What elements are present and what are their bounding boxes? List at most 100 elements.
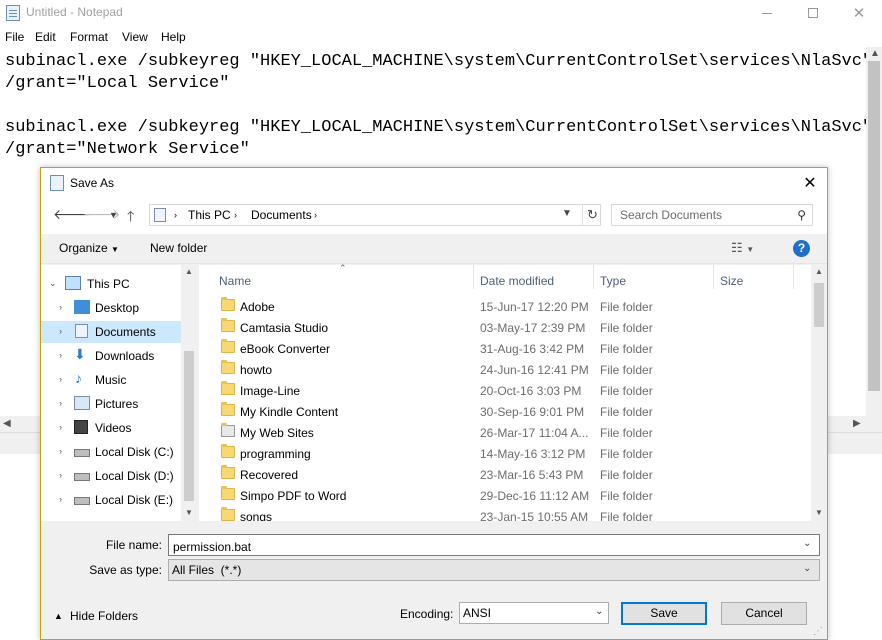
refresh-icon[interactable]: ↻ [582, 205, 602, 225]
file-row[interactable]: Recovered 23-Mar-16 5:43 PM File folder [199, 464, 811, 485]
file-name: howto [240, 363, 273, 377]
close-button[interactable]: ✕ [836, 0, 882, 26]
view-options-icon[interactable]: ☷ ▼ [731, 240, 754, 256]
tree-item-local-disk-e[interactable]: › Local Disk (E:) [41, 489, 181, 511]
list-scrollbar[interactable]: ▲ ▼ [811, 265, 827, 521]
cancel-button[interactable]: Cancel [721, 602, 807, 625]
encoding-select[interactable]: ANSI [459, 602, 609, 624]
scroll-down-icon[interactable]: ▼ [815, 508, 823, 517]
up-arrow-icon[interactable]: 🡑 [127, 206, 134, 230]
tree-scrollbar[interactable]: ▲ ▼ [181, 265, 197, 521]
sort-ascending-icon: ⌃ [339, 263, 347, 273]
file-row[interactable]: eBook Converter 31-Aug-16 3:42 PM File fol… [199, 338, 811, 359]
chevron-down-icon[interactable]: ▼ [562, 208, 572, 219]
menu-view[interactable]: View [122, 30, 148, 44]
column-divider[interactable] [473, 265, 474, 289]
list-header: ⌃ Name Date modified Type Size [199, 263, 811, 289]
column-name[interactable]: Name [219, 274, 251, 288]
column-divider[interactable] [713, 265, 714, 289]
menu-help[interactable]: Help [161, 30, 186, 44]
chevron-down-icon[interactable]: ⌄ [49, 278, 57, 289]
scroll-thumb[interactable] [184, 351, 194, 501]
tree-item-music[interactable]: › ♪ Music [41, 369, 181, 391]
scroll-up-icon[interactable]: ▲ [185, 267, 193, 276]
help-icon[interactable]: ? [793, 240, 810, 257]
breadcrumb-this-pc[interactable]: This PC [188, 208, 231, 222]
scroll-up-icon[interactable]: ▲ [815, 267, 823, 276]
chevron-down-icon[interactable]: ⌄ [803, 563, 811, 574]
organize-button[interactable]: Organize ▼ [59, 241, 119, 255]
chevron-down-icon[interactable]: ⌄ [803, 538, 811, 549]
dialog-titlebar: Save As ✕ [41, 168, 827, 198]
file-date: 03-May-17 2:39 PM [480, 321, 586, 335]
scroll-left-icon[interactable]: ◀ [3, 418, 11, 429]
save-button[interactable]: Save [621, 602, 707, 625]
scroll-down-icon[interactable]: ▼ [185, 508, 193, 517]
search-input[interactable]: Search Documents ⚲ [611, 204, 813, 226]
column-size[interactable]: Size [720, 274, 743, 288]
breadcrumb-documents[interactable]: Documents [251, 208, 312, 222]
tree-item-desktop[interactable]: › Desktop [41, 297, 181, 319]
file-row[interactable]: Simpo PDF to Word 29-Dec-16 11:12 AM File … [199, 485, 811, 506]
tree-item-label: Desktop [95, 301, 140, 315]
tree-item-label: Videos [95, 421, 132, 435]
scroll-thumb[interactable] [868, 61, 880, 391]
chevron-right-icon[interactable]: › [314, 210, 317, 220]
dialog-close-button[interactable]: ✕ [793, 168, 827, 198]
chevron-right-icon[interactable]: › [174, 210, 177, 220]
file-type: File folder [600, 489, 653, 503]
minimize-button[interactable] [744, 0, 790, 26]
file-row[interactable]: programming 14-May-16 3:12 PM File folder [199, 443, 811, 464]
recent-locations-icon[interactable]: ▼ [109, 210, 118, 220]
file-row[interactable]: Camtasia Studio 03-May-17 2:39 PM File fol… [199, 317, 811, 338]
search-icon[interactable]: ⚲ [797, 208, 806, 222]
address-bar[interactable]: › This PC › Documents › ▼ ↻ [149, 204, 601, 226]
column-date-modified[interactable]: Date modified [480, 274, 554, 288]
tree-item-local-disk-d[interactable]: › Local Disk (D:) [41, 465, 181, 487]
chevron-right-icon[interactable]: › [234, 210, 237, 220]
maximize-button[interactable] [790, 0, 836, 26]
resize-grip-icon[interactable]: ⋰ [813, 626, 823, 637]
file-name: programming [240, 447, 311, 461]
file-row[interactable]: howto 24-Jun-16 12:41 PM File folder [199, 359, 811, 380]
save-as-type-select[interactable]: All Files (*.*) [168, 559, 820, 581]
file-row[interactable]: Adobe 15-Jun-17 12:20 PM File folder [199, 296, 811, 317]
file-name-input[interactable] [168, 534, 820, 556]
tree-item-documents[interactable]: › Documents [41, 321, 181, 343]
column-divider[interactable] [593, 265, 594, 289]
menu-bar: File Edit Format View Help [0, 27, 882, 47]
tree-item-downloads[interactable]: › ⬇ Downloads [41, 345, 181, 367]
tree-item-local-disk-c[interactable]: › Local Disk (C:) [41, 441, 181, 463]
file-row[interactable]: My Kindle Content 30-Sep-16 9:01 PM File f… [199, 401, 811, 422]
column-type[interactable]: Type [600, 274, 626, 288]
tree-item-videos[interactable]: › Videos [41, 417, 181, 439]
chevron-right-icon[interactable]: › [59, 398, 62, 408]
chevron-right-icon[interactable]: › [59, 470, 62, 480]
tree-item-this-pc[interactable]: ⌄ This PC [41, 273, 181, 295]
menu-edit[interactable]: Edit [35, 30, 56, 44]
chevron-right-icon[interactable]: › [59, 494, 62, 504]
new-folder-button[interactable]: New folder [150, 241, 207, 255]
computer-icon [65, 276, 81, 290]
chevron-right-icon[interactable]: › [59, 446, 62, 456]
hide-folders-button[interactable]: Hide Folders [54, 609, 138, 623]
menu-file[interactable]: File [5, 30, 24, 44]
chevron-right-icon[interactable]: › [59, 302, 62, 312]
file-row[interactable]: Image-Line 20-Oct-16 3:03 PM File folder [199, 380, 811, 401]
chevron-right-icon[interactable]: › [59, 422, 62, 432]
column-divider[interactable] [793, 265, 794, 289]
tree-item-label: Local Disk (E:) [95, 493, 174, 507]
pc-icon [154, 208, 166, 222]
file-row[interactable]: My Web Sites 26-Mar-17 11:04 A... File fol… [199, 422, 811, 443]
chevron-right-icon[interactable]: › [59, 350, 62, 360]
chevron-right-icon[interactable]: › [59, 374, 62, 384]
scroll-thumb[interactable] [814, 283, 824, 327]
chevron-down-icon[interactable]: ⌄ [595, 606, 603, 617]
scroll-up-icon[interactable]: ▲ [870, 48, 880, 59]
tree-item-pictures[interactable]: › Pictures [41, 393, 181, 415]
menu-format[interactable]: Format [70, 30, 108, 44]
file-row[interactable]: songs 23-Jan-15 10:55 AM File folder [199, 506, 811, 521]
scroll-right-icon[interactable]: ▶ [853, 418, 861, 429]
vertical-scrollbar[interactable]: ▲ [866, 47, 882, 416]
chevron-right-icon[interactable]: › [59, 326, 62, 336]
